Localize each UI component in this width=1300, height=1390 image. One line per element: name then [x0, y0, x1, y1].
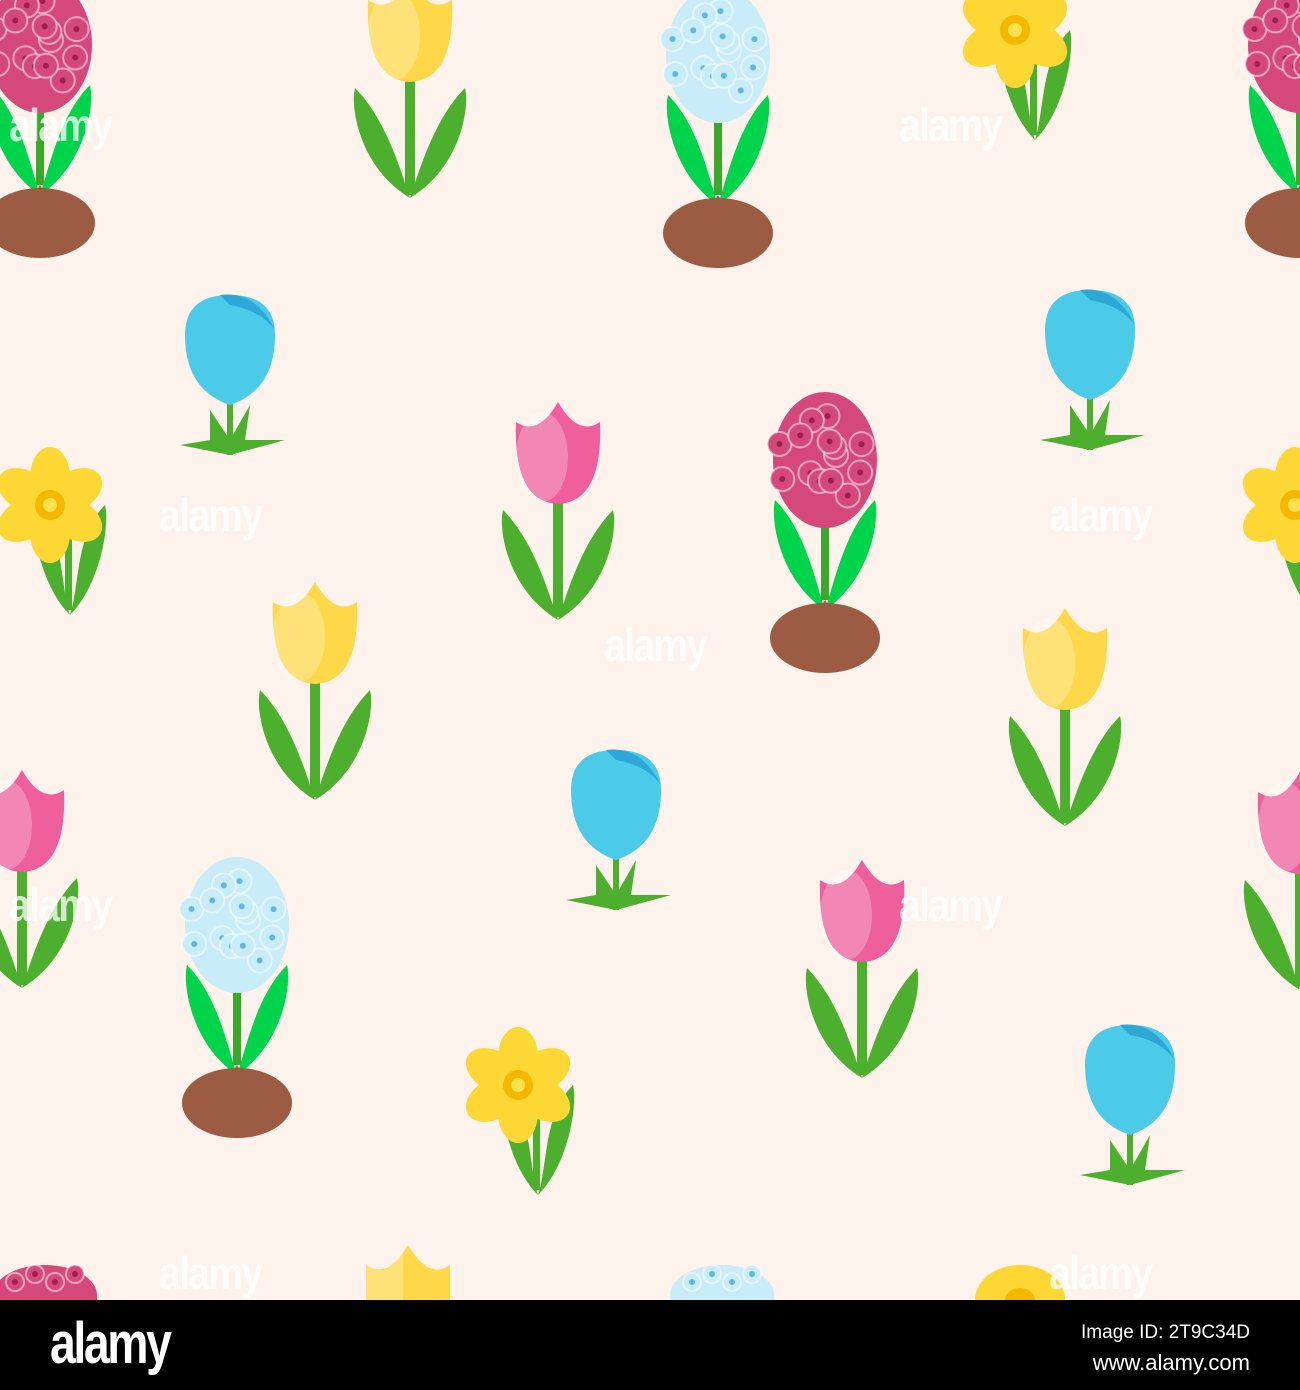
daffodil: [0, 447, 107, 615]
hyacinth: [1241, 0, 1300, 258]
alamy-watermark: alamy: [9, 99, 113, 151]
alamy-watermark: alamy: [1049, 489, 1153, 541]
crocus: [1040, 289, 1145, 450]
hyacinth: [0, 1264, 97, 1300]
website-link[interactable]: www.alamy.com: [1093, 1350, 1250, 1376]
tulip: [353, 0, 467, 198]
hyacinth: [670, 1264, 774, 1300]
tulip: [1243, 772, 1300, 990]
tulip: [258, 582, 372, 800]
image-id: Image ID: 2T9C34D: [1081, 1322, 1250, 1343]
hyacinth: [766, 392, 880, 673]
alamy-watermark: alamy: [9, 879, 113, 931]
alamy-watermark: alamy: [899, 99, 1003, 151]
alamy-watermark: alamy: [899, 879, 1003, 931]
alamy-watermark: alamy: [604, 619, 708, 671]
crocus: [1080, 1024, 1185, 1185]
crocus: [180, 294, 285, 455]
tulip: [501, 402, 615, 620]
hyacinth: [659, 0, 773, 268]
hyacinth: [178, 857, 292, 1138]
crocus: [566, 749, 671, 910]
alamy-watermark: alamy: [159, 1247, 263, 1299]
tulip: [1008, 608, 1122, 826]
daffodil: [465, 1027, 575, 1195]
daffodil: [1242, 447, 1300, 595]
alamy-watermark: alamy: [1049, 1247, 1153, 1299]
tulip: [366, 1245, 450, 1300]
alamy-logo: alamy: [50, 1311, 172, 1376]
alamy-watermark: alamy: [159, 489, 263, 541]
footer-bar: alamy Image ID: 2T9C34D www.alamy.com: [0, 1300, 1300, 1390]
